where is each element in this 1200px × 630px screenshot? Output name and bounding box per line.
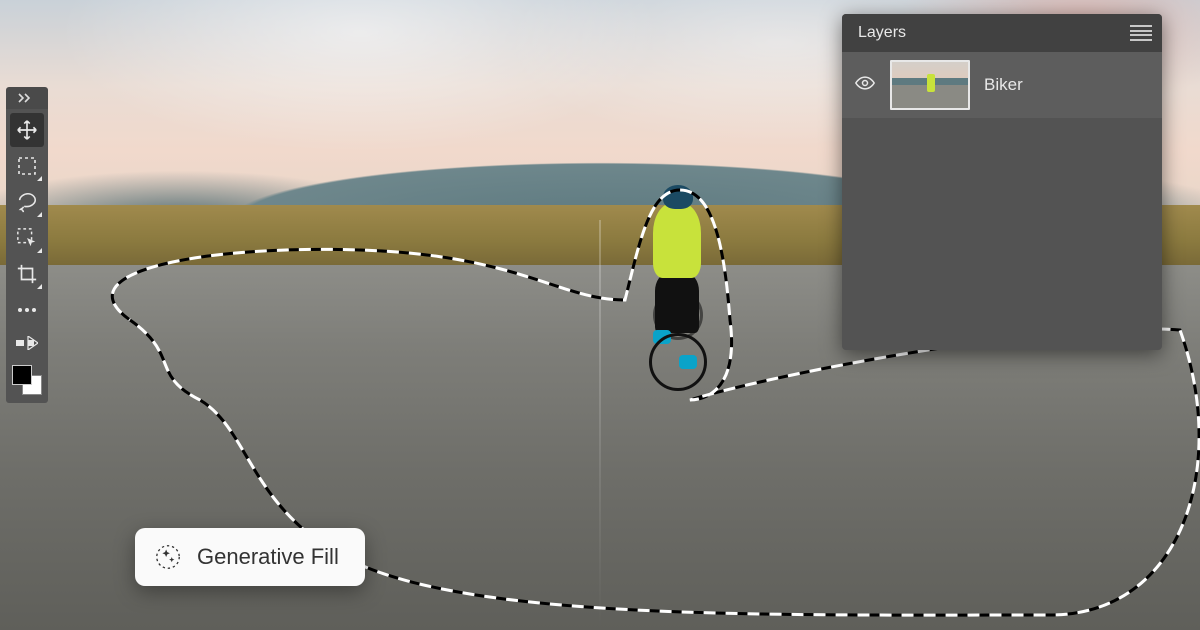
layers-panel-header: Layers (842, 14, 1162, 52)
more-tools[interactable] (10, 293, 44, 327)
foreground-color-swatch[interactable] (12, 365, 32, 385)
tools-panel (6, 109, 48, 403)
layers-panel-title: Layers (858, 24, 906, 42)
layers-panel-menu-icon[interactable] (1130, 25, 1152, 41)
rectangular-marquee-tool[interactable] (10, 149, 44, 183)
move-tool[interactable] (10, 113, 44, 147)
layer-name[interactable]: Biker (984, 75, 1023, 95)
layer-thumbnail[interactable] (890, 60, 970, 110)
layer-visibility-toggle[interactable] (854, 76, 876, 95)
lasso-tool[interactable] (10, 185, 44, 219)
generative-fill-label: Generative Fill (197, 544, 339, 570)
generative-fill-icon (153, 542, 183, 572)
crop-tool[interactable] (10, 257, 44, 291)
layers-panel: Layers Biker (842, 14, 1162, 350)
generative-fill-button[interactable]: Generative Fill (135, 528, 365, 586)
color-swatches[interactable] (12, 365, 42, 395)
toolbar-collapse-button[interactable] (6, 87, 48, 109)
edit-toolbar[interactable] (10, 329, 44, 357)
layer-row[interactable]: Biker (842, 52, 1162, 118)
object-selection-tool[interactable] (10, 221, 44, 255)
